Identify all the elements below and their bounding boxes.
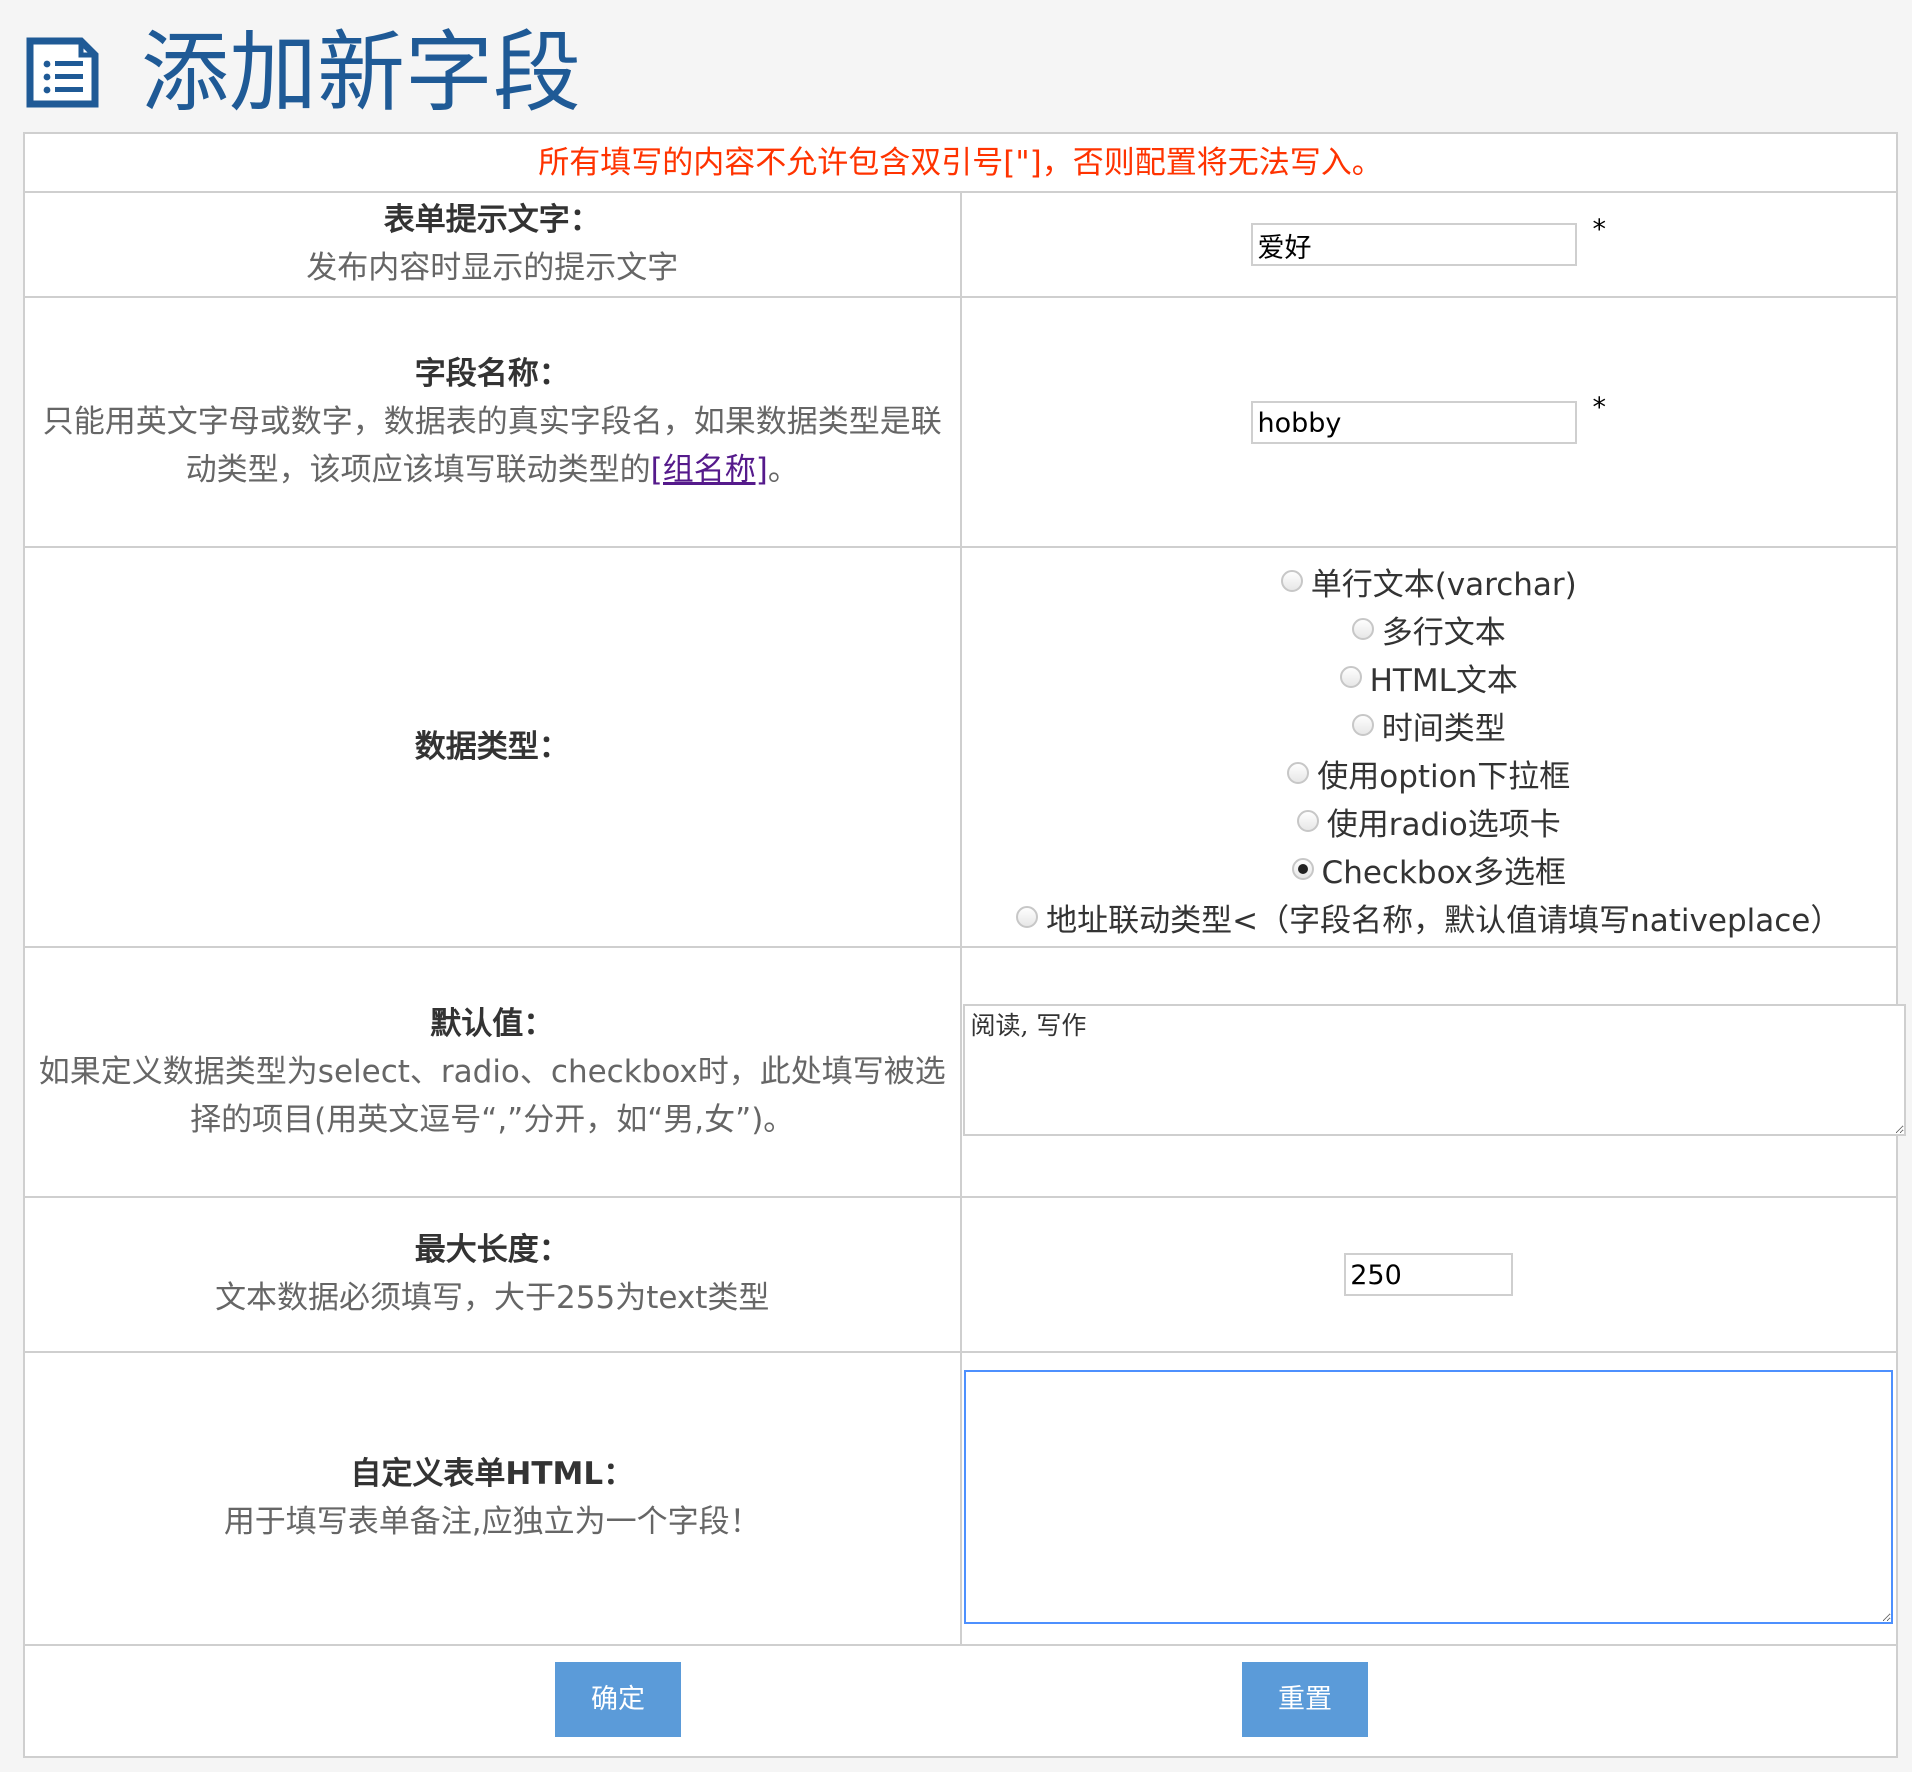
page-header: 添加新字段 bbox=[25, 18, 581, 128]
data-type-radio-group: 单行文本(varchar) 多行文本 HTML文本 时间类型 使用option下… bbox=[963, 549, 1896, 945]
data-type-option-label: 地址联动类型<（字段名称，默认值请填写nativeplace） bbox=[1046, 902, 1842, 939]
radio-button-icon[interactable] bbox=[1016, 906, 1039, 928]
data-type-option-select[interactable]: 使用option下拉框 bbox=[1287, 749, 1570, 797]
form-actions: 确定 重置 bbox=[26, 1647, 1895, 1755]
label-text-row: 表单提示文字： 发布内容时显示的提示文字 * bbox=[23, 191, 1898, 298]
max-length-input[interactable] bbox=[1344, 1253, 1514, 1296]
required-marker: * bbox=[1592, 391, 1607, 423]
form-actions-row: 确定 重置 bbox=[23, 1644, 1898, 1758]
data-type-option-address-linkage[interactable]: 地址联动类型<（字段名称，默认值请填写nativeplace） bbox=[1016, 893, 1841, 941]
max-length-row: 最大长度： 文本数据必须填写，大于255为text类型 bbox=[23, 1196, 1898, 1353]
field-name-row: 字段名称： 只能用英文字母或数字，数据表的真实字段名，如果数据类型是联动类型，该… bbox=[23, 296, 1898, 548]
double-quote-warning: 所有填写的内容不允许包含双引号["]，否则配置将无法写入。 bbox=[23, 132, 1898, 193]
radio-button-icon[interactable] bbox=[1280, 570, 1303, 592]
default-value-input-cell: 阅读, 写作 bbox=[959, 946, 1906, 1198]
data-type-option-datetime[interactable]: 时间类型 bbox=[1351, 701, 1506, 749]
document-list-icon-svg bbox=[26, 37, 99, 108]
data-type-option-varchar[interactable]: 单行文本(varchar) bbox=[1280, 557, 1577, 605]
label-text-title: 表单提示文字： bbox=[383, 202, 601, 238]
data-type-option-label: 单行文本(varchar) bbox=[1310, 566, 1577, 603]
custom-html-input-cell bbox=[959, 1351, 1898, 1646]
radio-button-icon[interactable] bbox=[1287, 762, 1310, 784]
data-type-label-cell: 数据类型： bbox=[23, 546, 962, 948]
field-name-input[interactable] bbox=[1251, 400, 1578, 444]
required-marker: * bbox=[1592, 214, 1607, 245]
document-list-icon bbox=[25, 36, 101, 110]
data-type-title: 数据类型： bbox=[414, 728, 570, 765]
max-length-input-cell bbox=[959, 1196, 1898, 1353]
reset-button[interactable]: 重置 bbox=[1242, 1662, 1368, 1737]
field-name-description-text: 只能用英文字母或数字，数据表的真实字段名，如果数据类型是联动类型，该项应该填写联… bbox=[42, 403, 942, 488]
field-name-input-cell: * bbox=[959, 296, 1898, 548]
field-name-description-end: 。 bbox=[767, 451, 799, 488]
data-type-option-html[interactable]: HTML文本 bbox=[1339, 653, 1518, 701]
data-type-option-label: Checkbox多选框 bbox=[1321, 854, 1566, 891]
custom-html-textarea[interactable] bbox=[964, 1369, 1894, 1624]
radio-button-icon[interactable] bbox=[1296, 810, 1319, 832]
custom-html-label-cell: 自定义表单HTML： 用于填写表单备注,应独立为一个字段！ bbox=[23, 1351, 962, 1646]
data-type-option-radio[interactable]: 使用radio选项卡 bbox=[1296, 797, 1561, 845]
notice-row: 所有填写的内容不允许包含双引号["]，否则配置将无法写入。 bbox=[23, 132, 1898, 193]
default-value-textarea[interactable]: 阅读, 写作 bbox=[962, 1004, 1906, 1136]
data-type-option-label: 时间类型 bbox=[1381, 710, 1506, 747]
confirm-button[interactable]: 确定 bbox=[555, 1662, 681, 1737]
data-type-option-checkbox[interactable]: Checkbox多选框 bbox=[1291, 845, 1566, 893]
custom-html-title: 自定义表单HTML： bbox=[350, 1456, 635, 1492]
form-actions-cell: 确定 重置 bbox=[23, 1644, 1898, 1758]
default-value-label-cell: 默认值： 如果定义数据类型为select、radio、checkbox时，此处填… bbox=[23, 946, 962, 1198]
data-type-option-multiline[interactable]: 多行文本 bbox=[1351, 605, 1506, 653]
default-value-description: 如果定义数据类型为select、radio、checkbox时，此处填写被选择的… bbox=[38, 1053, 946, 1138]
label-text-label-cell: 表单提示文字： 发布内容时显示的提示文字 bbox=[23, 191, 962, 298]
radio-button-selected-icon[interactable] bbox=[1291, 858, 1314, 880]
field-name-title: 字段名称： bbox=[414, 355, 570, 392]
add-field-form-table: 所有填写的内容不允许包含双引号["]，否则配置将无法写入。 表单提示文字： 发布… bbox=[23, 132, 1906, 1758]
data-type-option-label: 多行文本 bbox=[1381, 614, 1506, 651]
default-value-row: 默认值： 如果定义数据类型为select、radio、checkbox时，此处填… bbox=[23, 946, 1906, 1198]
radio-button-icon[interactable] bbox=[1339, 666, 1362, 688]
field-name-description: 只能用英文字母或数字，数据表的真实字段名，如果数据类型是联动类型，该项应该填写联… bbox=[37, 398, 948, 494]
data-type-row: 数据类型： 单行文本(varchar) 多行文本 HTML文本 时间类型 使用o… bbox=[23, 546, 1898, 948]
custom-html-description: 用于填写表单备注,应独立为一个字段！ bbox=[223, 1504, 761, 1540]
max-length-label-cell: 最大长度： 文本数据必须填写，大于255为text类型 bbox=[23, 1196, 962, 1353]
field-name-label-cell: 字段名称： 只能用英文字母或数字，数据表的真实字段名，如果数据类型是联动类型，该… bbox=[23, 296, 962, 548]
default-value-title: 默认值： bbox=[430, 1005, 555, 1042]
page-title: 添加新字段 bbox=[141, 21, 582, 124]
custom-html-row: 自定义表单HTML： 用于填写表单备注,应独立为一个字段！ bbox=[23, 1351, 1898, 1646]
label-text-input-cell: * bbox=[959, 191, 1898, 298]
add-field-page: 添加新字段 所有填写的内容不允许包含双引号["]，否则配置将无法写入。 表单提示… bbox=[0, 0, 1912, 1772]
data-type-option-label: HTML文本 bbox=[1369, 662, 1518, 699]
radio-button-icon[interactable] bbox=[1351, 714, 1374, 736]
group-name-link[interactable]: [组名称] bbox=[651, 452, 768, 488]
data-type-options-cell: 单行文本(varchar) 多行文本 HTML文本 时间类型 使用option下… bbox=[959, 546, 1898, 948]
max-length-description: 文本数据必须填写，大于255为text类型 bbox=[215, 1280, 770, 1316]
data-type-option-label: 使用option下拉框 bbox=[1317, 758, 1571, 795]
label-text-description: 发布内容时显示的提示文字 bbox=[306, 250, 679, 286]
radio-button-icon[interactable] bbox=[1351, 618, 1374, 640]
max-length-title: 最大长度： bbox=[414, 1232, 570, 1268]
data-type-option-label: 使用radio选项卡 bbox=[1326, 806, 1561, 843]
label-text-input[interactable] bbox=[1251, 223, 1578, 266]
